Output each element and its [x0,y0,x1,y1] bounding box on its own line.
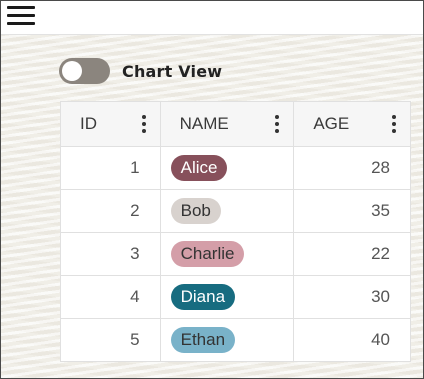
cell-id[interactable]: 2 [60,189,161,233]
cell-name[interactable]: Alice [159,146,295,190]
hamburger-line [7,6,35,9]
cell-id[interactable]: 3 [60,232,161,276]
table-row[interactable]: 5 Ethan 40 [60,318,411,362]
hamburger-menu-icon[interactable] [7,5,35,27]
chart-view-label: Chart View [122,61,223,81]
hamburger-line [7,22,35,25]
cell-name[interactable]: Diana [159,275,295,319]
name-pill: Bob [170,198,221,224]
name-pill: Diana [170,284,236,310]
kebab-menu-icon[interactable] [141,115,146,133]
cell-name[interactable]: Bob [159,189,295,233]
cell-id[interactable]: 1 [60,146,161,190]
cell-id[interactable]: 4 [60,275,161,319]
kebab-menu-icon[interactable] [275,115,280,133]
column-header-age[interactable]: AGE [293,101,411,147]
hamburger-line [7,14,35,17]
cell-age[interactable]: 40 [293,318,411,362]
table-row[interactable]: 1 Alice 28 [60,146,411,190]
column-header-label: AGE [313,114,350,133]
table-row[interactable]: 4 Diana 30 [60,275,411,319]
table-header-row: ID NAME AGE [60,101,411,147]
data-table: ID NAME AGE 1 Alice 28 2 Bob 35 3 Charli… [60,101,411,362]
column-header-id[interactable]: ID [60,101,161,147]
table-row[interactable]: 2 Bob 35 [60,189,411,233]
column-header-name[interactable]: NAME [159,101,295,147]
name-pill: Ethan [170,327,236,353]
cell-age[interactable]: 28 [293,146,411,190]
app-frame: Chart View ID NAME AGE 1 Alice 28 2 Bob … [0,0,424,379]
table-row[interactable]: 3 Charlie 22 [60,232,411,276]
cell-name[interactable]: Ethan [159,318,295,362]
cell-age[interactable]: 35 [293,189,411,233]
column-header-label: NAME [179,114,229,133]
cell-age[interactable]: 30 [293,275,411,319]
column-header-label: ID [80,114,97,133]
cell-name[interactable]: Charlie [159,232,295,276]
name-pill: Alice [170,155,228,181]
name-pill: Charlie [170,241,245,267]
kebab-menu-icon[interactable] [392,115,396,133]
chart-view-toggle-row: Chart View [59,58,222,84]
cell-id[interactable]: 5 [60,318,161,362]
top-bar [1,1,423,35]
toggle-knob [62,61,82,81]
cell-age[interactable]: 22 [293,232,411,276]
chart-view-toggle[interactable] [59,58,110,84]
